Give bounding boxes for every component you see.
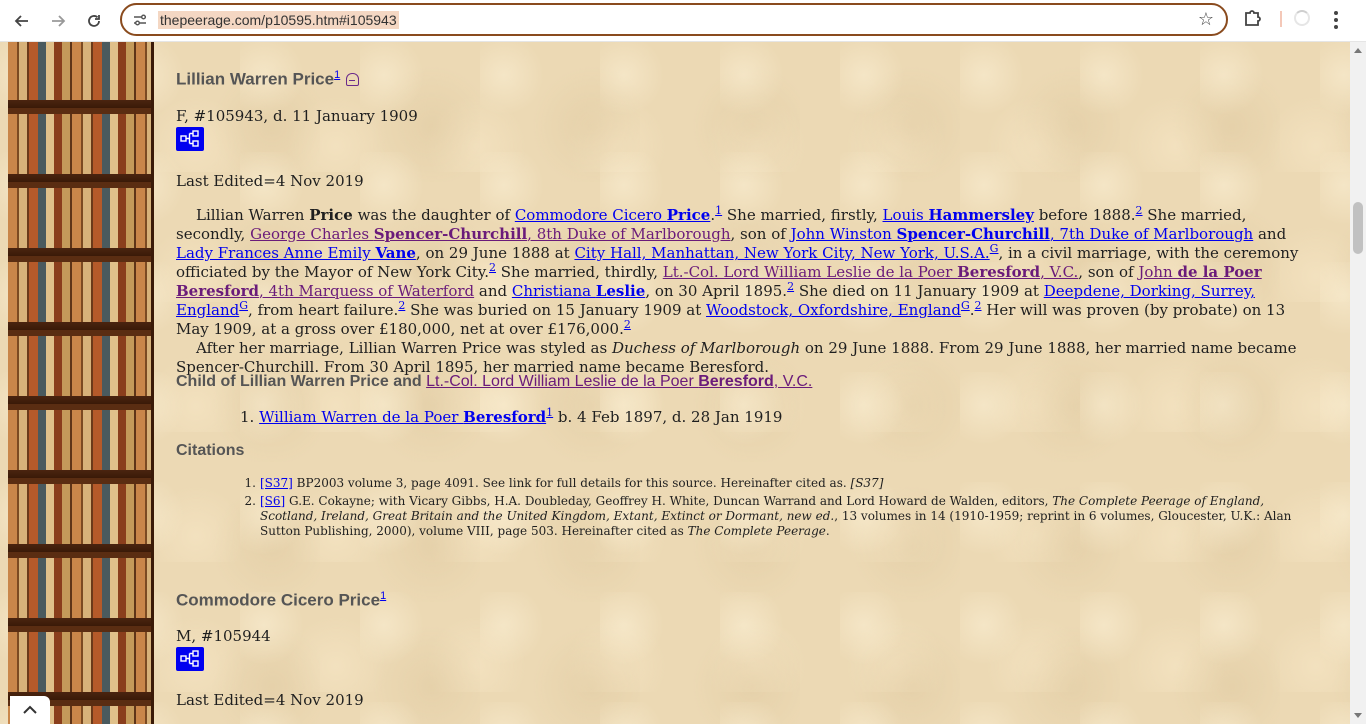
- person-meta: M, #105944: [176, 627, 271, 645]
- citation-source-link[interactable]: [S37]: [260, 476, 293, 490]
- link-father[interactable]: Commodore Cicero Price: [515, 206, 711, 224]
- page-viewport: Lillian Warren Price1 F, #105943, d. 11 …: [0, 42, 1350, 724]
- extensions-button[interactable]: [1242, 7, 1268, 33]
- citations-heading: Citations: [176, 442, 245, 459]
- bookshelf-border-image: [8, 42, 154, 724]
- person-name: Lillian Warren Price: [176, 69, 335, 89]
- link-children-father[interactable]: Lt.-Col. Lord William Leslie de la Poer …: [426, 373, 812, 390]
- scroll-down-arrow-icon[interactable]: [1354, 713, 1362, 718]
- scroll-up-arrow-icon[interactable]: [1354, 48, 1362, 53]
- vertical-scrollbar[interactable]: [1350, 42, 1366, 724]
- lock-icon[interactable]: [346, 72, 360, 86]
- star-icon[interactable]: ☆: [1198, 9, 1214, 30]
- link-husband-1[interactable]: Louis Hammersley: [883, 206, 1034, 224]
- family-tree-icon: [180, 650, 199, 667]
- forward-arrow-icon: [52, 15, 66, 27]
- kebab-menu-icon[interactable]: [1326, 9, 1346, 31]
- ref-link[interactable]: 2: [1136, 204, 1143, 217]
- person-name-heading: Lillian Warren Price1: [176, 69, 360, 90]
- last-edited: Last Edited=4 Nov 2019: [176, 172, 364, 190]
- scrollbar-thumb[interactable]: [1353, 202, 1363, 254]
- family-tree-button[interactable]: [176, 647, 204, 671]
- toolbar-separator: [1280, 11, 1282, 27]
- name-reference[interactable]: 1: [380, 590, 386, 602]
- last-edited: Last Edited=4 Nov 2019: [176, 691, 364, 709]
- site-info-icon[interactable]: [132, 12, 148, 28]
- list-item-child: 1. William Warren de la Poer Beresford1 …: [240, 406, 783, 426]
- link-husband-3-mother[interactable]: Christiana Leslie: [512, 282, 645, 300]
- link-husband-2-father[interactable]: John Winston Spencer-Churchill, 7th Duke…: [791, 225, 1254, 243]
- link-child[interactable]: William Warren de la Poer Beresford: [259, 408, 546, 426]
- ref-link[interactable]: 2: [624, 318, 631, 331]
- family-tree-button[interactable]: [176, 127, 204, 151]
- forward-button[interactable]: [44, 7, 72, 35]
- back-arrow-icon: [14, 15, 28, 27]
- geo-link[interactable]: G: [239, 299, 248, 312]
- family-tree-icon: [180, 130, 199, 147]
- scroll-top-button[interactable]: [10, 696, 50, 724]
- link-place-marriage[interactable]: City Hall, Manhattan, New York City, New…: [574, 244, 989, 262]
- ref-link[interactable]: 2: [975, 299, 982, 312]
- link-husband-3[interactable]: Lt.-Col. Lord William Leslie de la Poer …: [663, 263, 1079, 281]
- citation-item: 1. [S37] BP2003 volume 3, page 4091. See …: [244, 476, 884, 490]
- person-name-heading: Commodore Cicero Price1: [176, 590, 386, 611]
- ref-link[interactable]: 2: [489, 261, 496, 274]
- biography-paragraph: Lillian Warren Price was the daughter of…: [176, 204, 1299, 376]
- back-button[interactable]: [8, 7, 36, 35]
- citation-item: 2. [S6] G.E. Cokayne; with Vicary Gibbs, …: [244, 494, 1292, 538]
- profile-loading-icon[interactable]: [1294, 10, 1310, 26]
- reload-icon: [88, 15, 100, 27]
- person-name: Commodore Cicero Price: [176, 590, 381, 610]
- link-husband-2-mother[interactable]: Lady Frances Anne Emily Vane: [176, 244, 416, 262]
- citation-source-link[interactable]: [S6]: [260, 494, 285, 508]
- browser-toolbar: thepeerage.com/p10595.htm#i105943 ☆: [0, 0, 1366, 42]
- geo-link[interactable]: G: [961, 299, 970, 312]
- citations-list: 1. [S37] BP2003 volume 3, page 4091. See …: [234, 476, 1314, 539]
- puzzle-icon: [1245, 10, 1261, 26]
- chevron-up-icon: [23, 705, 37, 714]
- address-bar[interactable]: thepeerage.com/p10595.htm#i105943 ☆: [120, 3, 1228, 36]
- link-place-burial[interactable]: Woodstock, Oxfordshire, England: [706, 301, 961, 319]
- person-meta: F, #105943, d. 11 January 1909: [176, 107, 418, 125]
- name-reference[interactable]: 1: [334, 69, 340, 81]
- url-text[interactable]: thepeerage.com/p10595.htm#i105943: [158, 11, 399, 29]
- reload-button[interactable]: [80, 7, 108, 35]
- children-heading: Child of Lillian Warren Price and Lt.-Co…: [176, 373, 813, 390]
- link-husband-2[interactable]: George Charles Spencer-Churchill, 8th Du…: [250, 225, 730, 243]
